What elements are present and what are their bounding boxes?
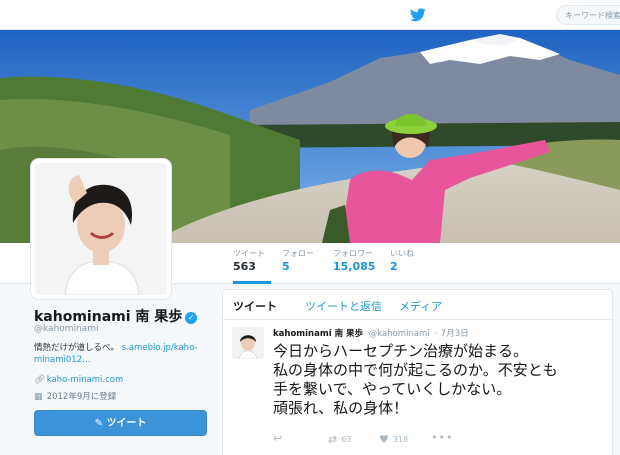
stat-tweets-value: 563 <box>233 260 256 273</box>
stat-likes[interactable]: いいね 2 <box>390 249 414 275</box>
profile-handle[interactable]: @kahominami <box>34 324 99 334</box>
verified-badge-icon: ✓ <box>185 312 198 324</box>
retweet-icon: ⇄ <box>328 433 338 446</box>
tweet[interactable]: kahominami 南 果歩 @kahominami · 7月3日 今日からハ… <box>223 320 612 455</box>
join-date-text: 2012年9月に登録 <box>46 392 117 402</box>
compose-tweet-label: ツイート <box>106 418 147 429</box>
tweet-time-text: 7月3日 <box>440 329 469 339</box>
more-icon[interactable]: ••• <box>431 432 453 443</box>
compose-tweet-button[interactable]: ✎ ツイート <box>34 410 207 436</box>
stat-followers-label: フォロワー <box>333 249 373 258</box>
stat-tweets[interactable]: ツイート 563 <box>233 249 271 284</box>
link-icon: 🔗︎ <box>34 375 46 385</box>
bio-text: 情熱だけが道しるべ。 <box>34 343 120 353</box>
profile-join-date: ▦ 2012年9月に登録 <box>34 390 116 402</box>
profile-avatar[interactable] <box>31 159 171 299</box>
tweet-actions: ↩ ⇄ 63 ♥ 318 ••• <box>273 432 473 447</box>
reply-icon[interactable]: ↩ <box>273 433 282 445</box>
stat-followers[interactable]: フォロワー 15,085 <box>333 249 375 275</box>
search-input[interactable]: キーワード検索 <box>556 5 620 25</box>
tab-tweets-replies[interactable]: ツイートと返信 <box>305 298 382 314</box>
stat-followers-value: 15,085 <box>333 260 376 273</box>
stat-following[interactable]: フォロー 5 <box>282 249 314 275</box>
profile-name-text: kahominami 南 果歩 <box>34 309 183 325</box>
tweet-line: 今日からハーセプチン治療が始まる。 <box>273 342 529 360</box>
tweet-header: kahominami 南 果歩 @kahominami · 7月3日 <box>273 327 469 339</box>
tweet-line: 頑張れ、私の身体！ <box>273 399 409 417</box>
profile-name: kahominami 南 果歩 ✓ <box>34 306 198 326</box>
tab-tweets[interactable]: ツイート <box>233 298 277 314</box>
stat-likes-value: 2 <box>390 260 398 273</box>
like-button[interactable]: ♥ 318 <box>379 433 408 446</box>
retweet-count: 63 <box>341 435 352 444</box>
tweet-line: 手を繋いで、やっていくしかない。 <box>273 380 512 398</box>
stat-likes-label: いいね <box>390 249 414 258</box>
top-navigation-bar: キーワード検索 <box>0 0 620 30</box>
stat-tweets-label: ツイート <box>233 249 265 258</box>
tweet-line: 私の身体の中で何が起こるのか。不安とも <box>273 361 558 379</box>
compose-icon: ✎ <box>94 418 103 429</box>
heart-icon: ♥ <box>379 433 389 446</box>
tweet-author-handle[interactable]: @kahominami <box>369 329 430 339</box>
stat-following-label: フォロー <box>282 249 314 258</box>
website-link[interactable]: kaho-minami.com <box>47 375 124 385</box>
tweet-timestamp[interactable]: · 7月3日 <box>435 329 468 339</box>
tweet-text: 今日からハーセプチン治療が始まる。 私の身体の中で何が起こるのか。不安とも 手を… <box>273 342 612 418</box>
timeline: ツイート ツイートと返信 メディア kahominami 南 果歩 @kahom… <box>222 289 613 455</box>
calendar-icon: ▦ <box>34 392 43 402</box>
profile-website[interactable]: 🔗︎ kaho-minami.com <box>34 375 123 385</box>
retweet-button[interactable]: ⇄ 63 <box>328 433 351 446</box>
twitter-bird-icon[interactable] <box>410 8 426 22</box>
tab-media[interactable]: メディア <box>399 298 442 314</box>
profile-bio: 情熱だけが道しるべ。 s.ameblo.jp/kaho-minami012… <box>34 342 214 366</box>
tweet-avatar[interactable] <box>232 327 264 359</box>
tweet-author-name[interactable]: kahominami 南 果歩 <box>273 329 363 339</box>
stat-following-value: 5 <box>282 260 290 273</box>
timeline-tabs: ツイート ツイートと返信 メディア <box>223 290 612 320</box>
like-count: 318 <box>392 435 409 444</box>
